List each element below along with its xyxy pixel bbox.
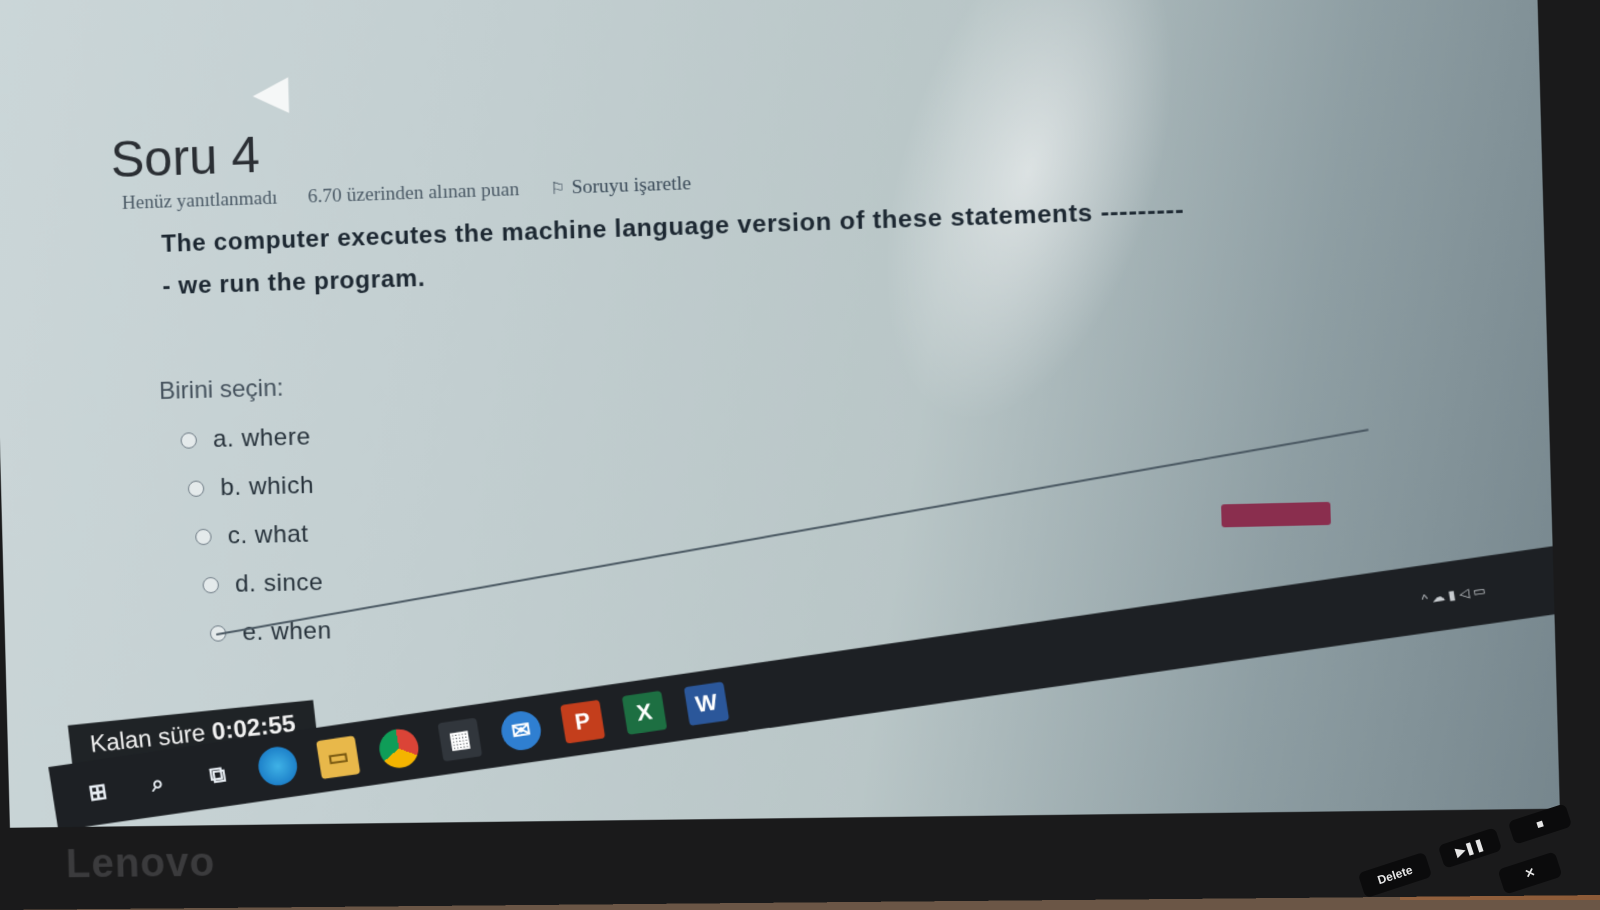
option-label: d. since — [235, 569, 324, 599]
play-pause-key[interactable]: ▶❚❚ — [1438, 827, 1502, 868]
excel-icon[interactable]: X — [622, 691, 667, 735]
laptop-brand-logo: Lenovo — [65, 840, 216, 887]
close-key[interactable]: ✕ — [1497, 851, 1562, 894]
option-b[interactable]: b. which — [187, 461, 328, 513]
question-points: 6.70 üzerinden alınan puan — [308, 179, 520, 209]
keyboard: Delete ▶❚❚ ■ ✕ — [1100, 700, 1600, 900]
answer-prompt: Birini seçin: — [159, 374, 284, 406]
option-a[interactable]: a. where — [180, 413, 327, 465]
answer-status: Henüz yanıtlanmadı — [122, 187, 278, 215]
store-icon[interactable]: ▦ — [438, 718, 483, 762]
search-icon[interactable]: ⌕ — [136, 762, 180, 805]
word-icon[interactable]: W — [684, 682, 730, 726]
edge-icon[interactable] — [256, 744, 300, 788]
option-c[interactable]: c. what — [195, 510, 330, 562]
option-label: a. where — [213, 423, 311, 454]
radio-button[interactable] — [195, 529, 212, 545]
answer-options: a. where b. which c. what d. since e. wh… — [180, 413, 332, 659]
flag-question-label: Soruyu işaretle — [571, 173, 691, 200]
mail-icon[interactable]: ✉ — [499, 709, 544, 753]
file-explorer-icon[interactable]: ▭ — [316, 736, 360, 780]
flag-icon: ⚐ — [550, 178, 565, 199]
windows-start-icon[interactable]: ⊞ — [76, 771, 120, 814]
question-title: Soru 4 — [110, 125, 260, 189]
radio-button[interactable] — [180, 432, 197, 449]
unreadable-button[interactable] — [1221, 502, 1331, 528]
radio-button[interactable] — [202, 577, 219, 593]
back-arrow-icon[interactable]: ◀ — [252, 64, 289, 120]
chrome-icon[interactable] — [377, 727, 422, 771]
flag-question-link[interactable]: ⚐ Soruyu işaretle — [550, 173, 691, 200]
option-label: b. which — [220, 472, 314, 503]
stop-key[interactable]: ■ — [1508, 803, 1572, 844]
radio-button[interactable] — [188, 480, 205, 497]
delete-key[interactable]: Delete — [1358, 852, 1433, 898]
system-tray[interactable]: ^ ☁ ▮ ◁ ▭ — [1421, 583, 1487, 607]
option-label: c. what — [227, 520, 309, 550]
powerpoint-icon[interactable]: P — [560, 700, 605, 744]
option-d[interactable]: d. since — [202, 558, 331, 609]
task-view-icon[interactable]: ⧉ — [196, 753, 240, 796]
